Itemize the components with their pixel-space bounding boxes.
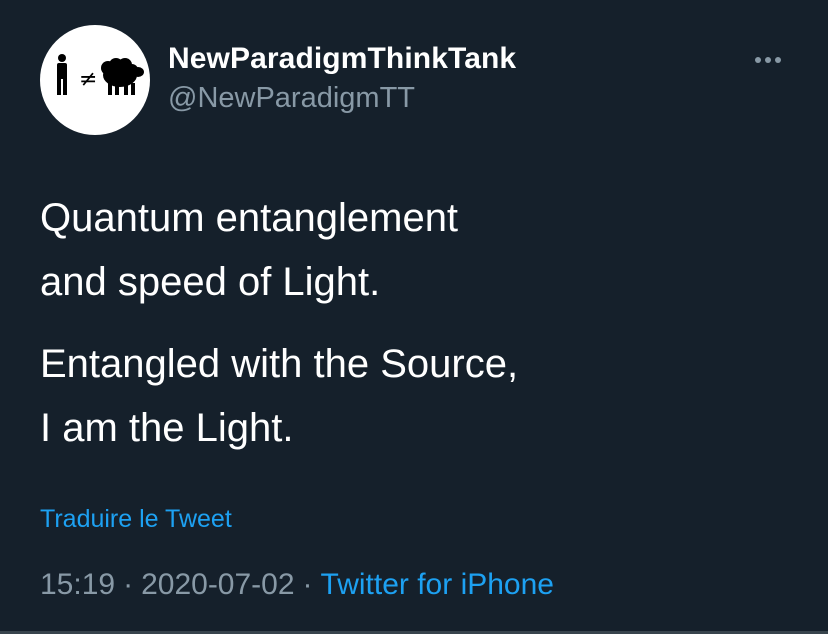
profile-avatar[interactable]: ≠ (40, 25, 150, 135)
tweet-line: Entangled with the Source, (40, 342, 519, 386)
more-options-icon (755, 57, 781, 63)
meta-separator: · (123, 568, 134, 601)
tweet-time[interactable]: 15:19 (40, 568, 115, 601)
more-options-button[interactable] (748, 48, 788, 72)
tweet: ≠ NewParadigmThinkTank @NewParadigmTT Qu… (0, 0, 828, 634)
not-equal-symbol: ≠ (79, 67, 97, 92)
tweet-line: and speed of Light. (40, 260, 381, 304)
tweet-text: Quantum entanglement and speed of Light.… (40, 186, 800, 478)
tweet-line: I am the Light. (40, 406, 294, 450)
tweet-source-link[interactable]: Twitter for iPhone (321, 568, 554, 601)
tweet-paragraph: Entangled with the Source, I am the Ligh… (40, 332, 800, 460)
user-handle[interactable]: @NewParadigmTT (168, 82, 415, 115)
tweet-paragraph: Quantum entanglement and speed of Light. (40, 186, 800, 314)
person-not-equal-sheep-icon: ≠ (57, 54, 144, 95)
tweet-line: Quantum entanglement (40, 196, 459, 240)
translate-tweet-link[interactable]: Traduire le Tweet (40, 505, 232, 534)
meta-separator: · (302, 568, 313, 601)
tweet-metadata: 15:19 · 2020-07-02 · Twitter for iPhone (40, 568, 554, 602)
tweet-date[interactable]: 2020-07-02 (141, 568, 294, 601)
display-name[interactable]: NewParadigmThinkTank (168, 42, 516, 76)
